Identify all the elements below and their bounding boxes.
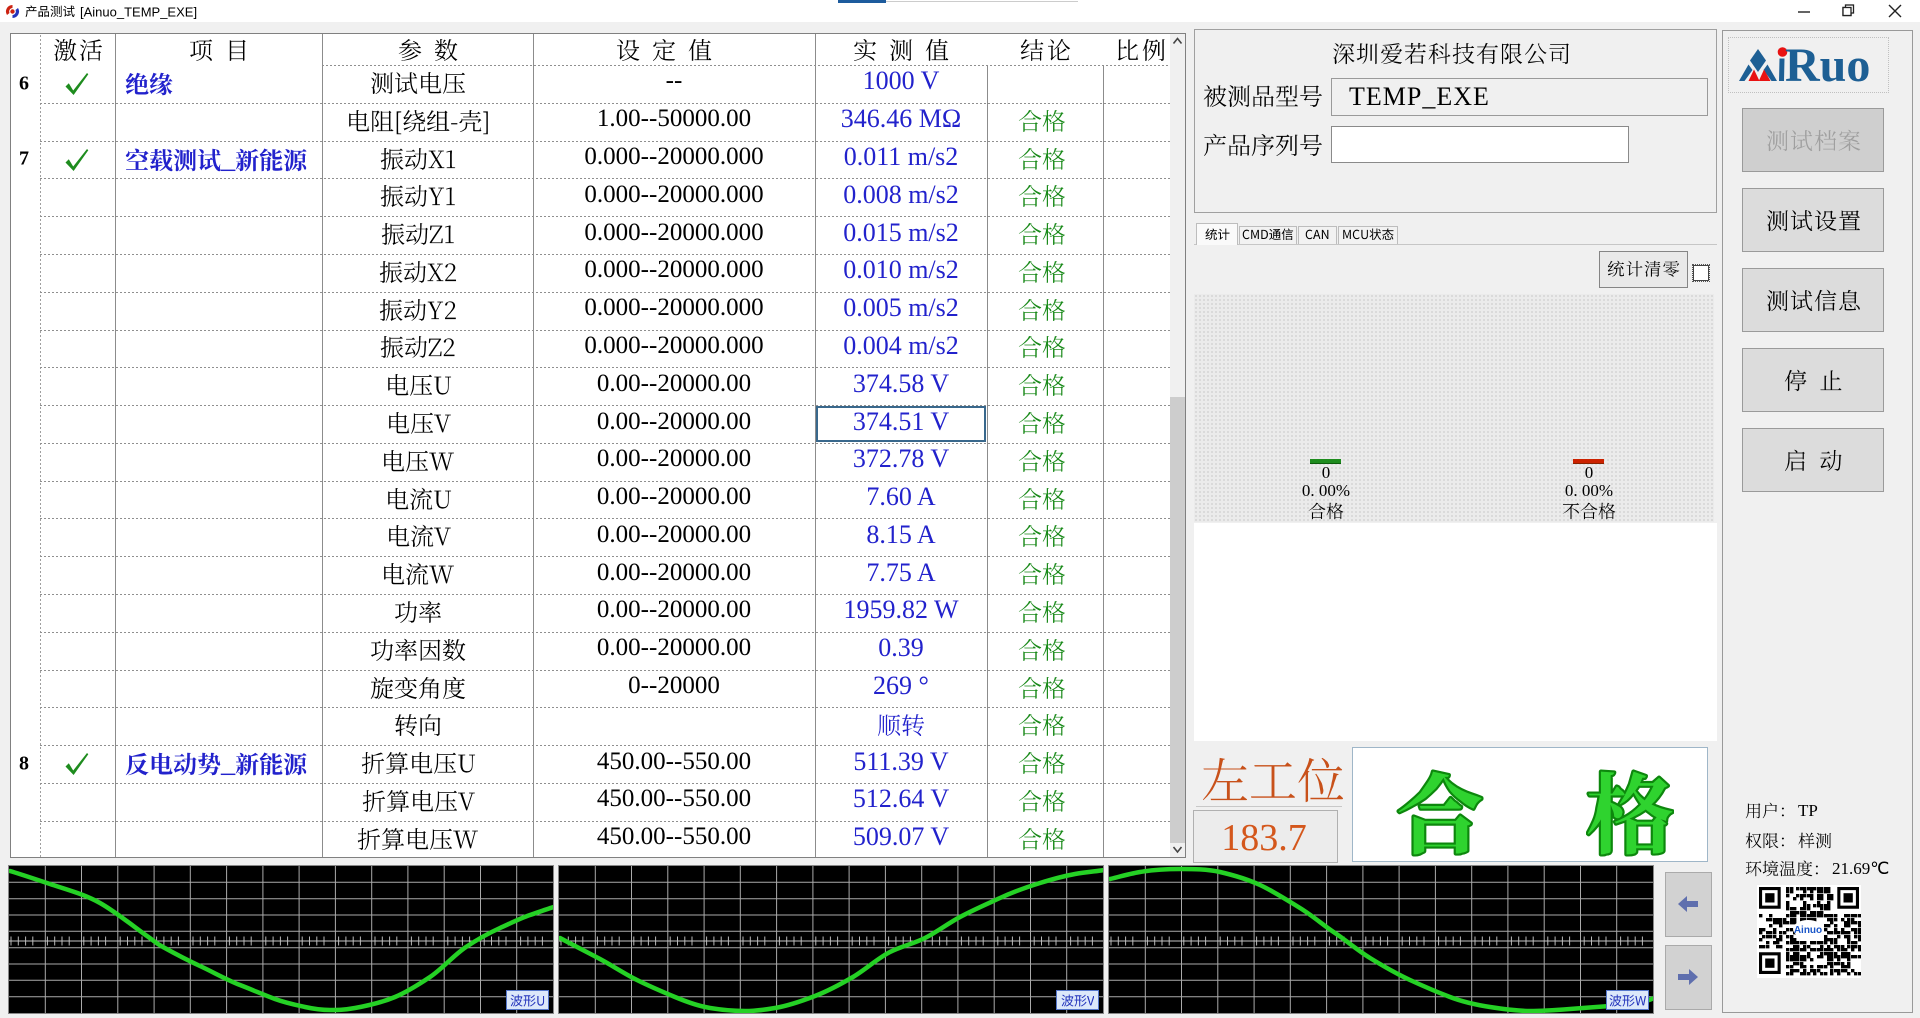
svg-text:Ruo: Ruo — [1785, 40, 1870, 92]
svg-text:Ainuo: Ainuo — [1794, 925, 1822, 936]
